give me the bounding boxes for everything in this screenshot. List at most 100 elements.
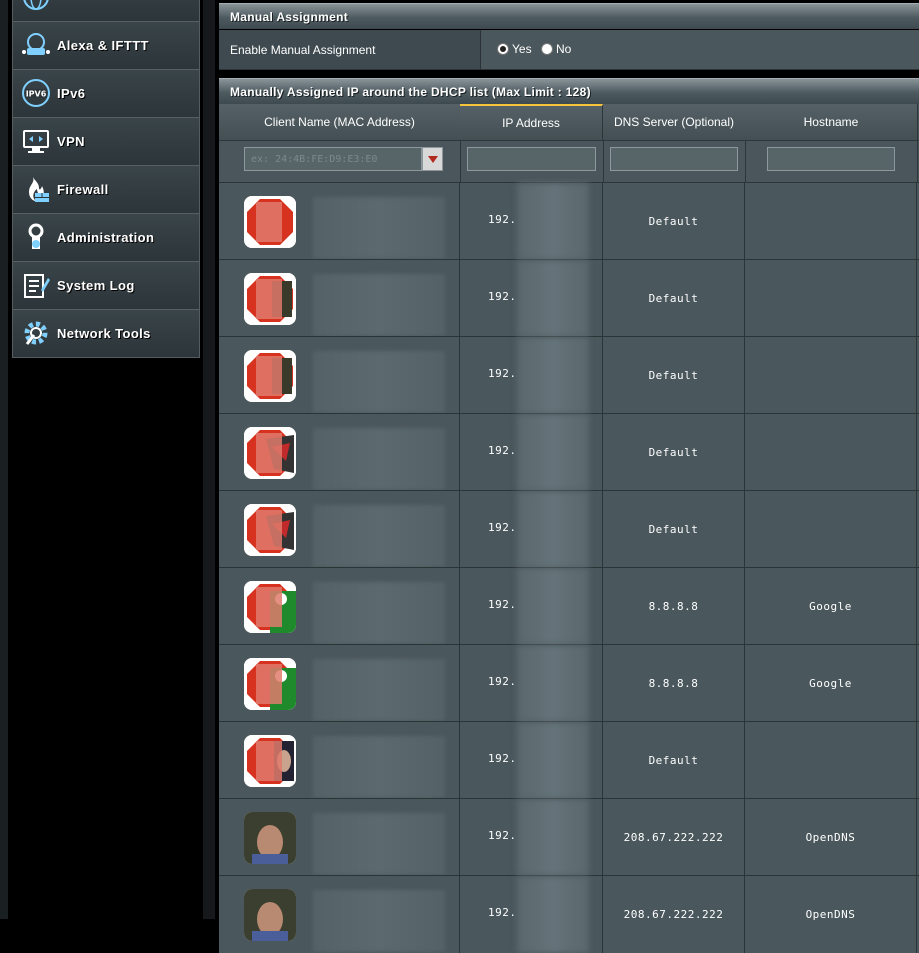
table-row[interactable]: 192. Default bbox=[219, 721, 919, 799]
alexa-ifttt-icon bbox=[21, 30, 51, 60]
new-entry-row: ex: 24:4B:FE:D9:E3:E0 bbox=[219, 140, 919, 182]
ip-cell: 192. bbox=[460, 876, 603, 953]
dns-cell: Default bbox=[603, 414, 745, 491]
ip-address: 192. bbox=[488, 290, 517, 303]
dns-cell: 208.67.222.222 bbox=[603, 876, 745, 953]
left-edge bbox=[0, 0, 8, 919]
column-header-hostname: Hostname bbox=[745, 104, 918, 140]
ip-address: 192. bbox=[488, 444, 517, 457]
client-avatar-icon[interactable] bbox=[244, 273, 296, 325]
ip-cell: 192. bbox=[460, 568, 603, 645]
client-name-redacted bbox=[313, 582, 445, 644]
ip-address: 192. bbox=[488, 367, 517, 380]
table-header-row: Client Name (MAC Address) IP Address DNS… bbox=[219, 104, 919, 140]
sidebar-item-wan[interactable] bbox=[13, 0, 199, 22]
hostname-cell bbox=[745, 491, 917, 568]
hostname-input-cell bbox=[745, 141, 918, 182]
sidebar-item-label: Administration bbox=[57, 230, 155, 245]
client-avatar-icon[interactable] bbox=[244, 735, 296, 787]
hostname-cell: OpenDNS bbox=[745, 876, 917, 953]
globe-icon bbox=[21, 0, 51, 12]
client-avatar-icon[interactable] bbox=[244, 581, 296, 633]
mac-address-input[interactable]: ex: 24:4B:FE:D9:E3:E0 bbox=[244, 147, 422, 171]
ip-address-redacted bbox=[517, 337, 589, 414]
hostname-input[interactable] bbox=[767, 147, 895, 171]
sidebar-item-vpn[interactable]: VPN bbox=[13, 118, 199, 166]
ip-address-redacted bbox=[517, 568, 589, 645]
ip-address: 192. bbox=[488, 675, 517, 688]
client-avatar-icon[interactable] bbox=[244, 350, 296, 402]
table-row[interactable]: 192. 208.67.222.222 OpenDNS bbox=[219, 875, 919, 953]
dns-cell: 8.8.8.8 bbox=[603, 568, 745, 645]
client-avatar-icon[interactable] bbox=[244, 658, 296, 710]
hostname-cell bbox=[745, 414, 917, 491]
client-cell bbox=[219, 183, 460, 260]
ip-cell: 192. bbox=[460, 722, 603, 799]
sidebar-item-network-tools[interactable]: Network Tools bbox=[13, 310, 199, 357]
table-row[interactable]: 192. Default bbox=[219, 490, 919, 568]
client-name-redacted bbox=[313, 813, 445, 875]
client-name-redacted bbox=[313, 197, 445, 259]
client-input-cell: ex: 24:4B:FE:D9:E3:E0 bbox=[219, 141, 461, 182]
ipv6-icon: IPV6 bbox=[21, 78, 51, 108]
ip-address-redacted bbox=[517, 260, 589, 337]
client-cell bbox=[219, 876, 460, 953]
ip-address-redacted bbox=[517, 183, 589, 260]
layout-gap bbox=[203, 0, 215, 919]
ip-cell: 192. bbox=[460, 491, 603, 568]
client-name-redacted bbox=[313, 890, 445, 952]
table-row[interactable]: 192. 208.67.222.222 OpenDNS bbox=[219, 798, 919, 876]
table-row[interactable]: 192. Default bbox=[219, 259, 919, 337]
client-avatar-icon[interactable] bbox=[244, 427, 296, 479]
column-header-ip[interactable]: IP Address bbox=[460, 104, 603, 140]
sidebar-item-label: Alexa & IFTTT bbox=[57, 38, 149, 53]
client-cell bbox=[219, 799, 460, 876]
sidebar-item-label: System Log bbox=[57, 278, 135, 293]
section-header-dhcp-list: Manually Assigned IP around the DHCP lis… bbox=[219, 78, 919, 104]
table-row[interactable]: 192. 8.8.8.8 Google bbox=[219, 644, 919, 722]
client-avatar-icon[interactable] bbox=[244, 196, 296, 248]
ip-address-input[interactable] bbox=[467, 147, 596, 171]
dns-server: Default bbox=[648, 292, 699, 305]
column-header-client: Client Name (MAC Address) bbox=[219, 104, 461, 140]
table-row[interactable]: 192. 8.8.8.8 Google bbox=[219, 567, 919, 645]
table-row[interactable]: 192. Default bbox=[219, 182, 919, 260]
hostname-cell bbox=[745, 337, 917, 414]
client-avatar-icon[interactable] bbox=[244, 504, 296, 556]
radio-yes-button[interactable] bbox=[497, 43, 509, 55]
column-header-dns: DNS Server (Optional) bbox=[603, 104, 746, 140]
sidebar-item-alexa-ifttt[interactable]: Alexa & IFTTT bbox=[13, 22, 199, 70]
enable-manual-assignment-label: Enable Manual Assignment bbox=[219, 30, 481, 69]
dns-server: 8.8.8.8 bbox=[648, 677, 699, 690]
client-cell bbox=[219, 568, 460, 645]
sidebar-item-label: IPv6 bbox=[57, 86, 86, 101]
section-header-manual-assignment: Manual Assignment bbox=[219, 3, 919, 29]
radio-no[interactable]: No bbox=[541, 42, 571, 56]
sidebar-item-administration[interactable]: Administration bbox=[13, 214, 199, 262]
sidebar-item-firewall[interactable]: Firewall bbox=[13, 166, 199, 214]
client-name-redacted bbox=[313, 351, 445, 413]
client-avatar-icon[interactable] bbox=[244, 812, 296, 864]
client-avatar-icon[interactable] bbox=[244, 889, 296, 941]
radio-no-button[interactable] bbox=[541, 43, 553, 55]
client-dropdown-arrow-icon[interactable] bbox=[422, 147, 443, 171]
sidebar-item-system-log[interactable]: System Log bbox=[13, 262, 199, 310]
hostname-cell bbox=[745, 260, 917, 337]
table-row[interactable]: 192. Default bbox=[219, 336, 919, 414]
dns-server: 208.67.222.222 bbox=[623, 908, 724, 921]
client-cell bbox=[219, 260, 460, 337]
svg-text:IPV6: IPV6 bbox=[26, 90, 47, 99]
dns-server: 208.67.222.222 bbox=[623, 831, 724, 844]
sidebar-item-ipv6[interactable]: IPV6 IPv6 bbox=[13, 70, 199, 118]
dns-server-input[interactable] bbox=[610, 147, 738, 171]
table-row[interactable]: 192. Default bbox=[219, 413, 919, 491]
dns-cell: Default bbox=[603, 722, 745, 799]
radio-yes[interactable]: Yes bbox=[497, 42, 532, 56]
dns-cell: Default bbox=[603, 183, 745, 260]
dns-server: Default bbox=[648, 369, 699, 382]
hostname: OpenDNS bbox=[805, 831, 856, 844]
radio-no-label: No bbox=[556, 42, 572, 56]
ip-address: 192. bbox=[488, 521, 517, 534]
hostname-cell bbox=[745, 722, 917, 799]
ip-address-redacted bbox=[517, 876, 589, 953]
